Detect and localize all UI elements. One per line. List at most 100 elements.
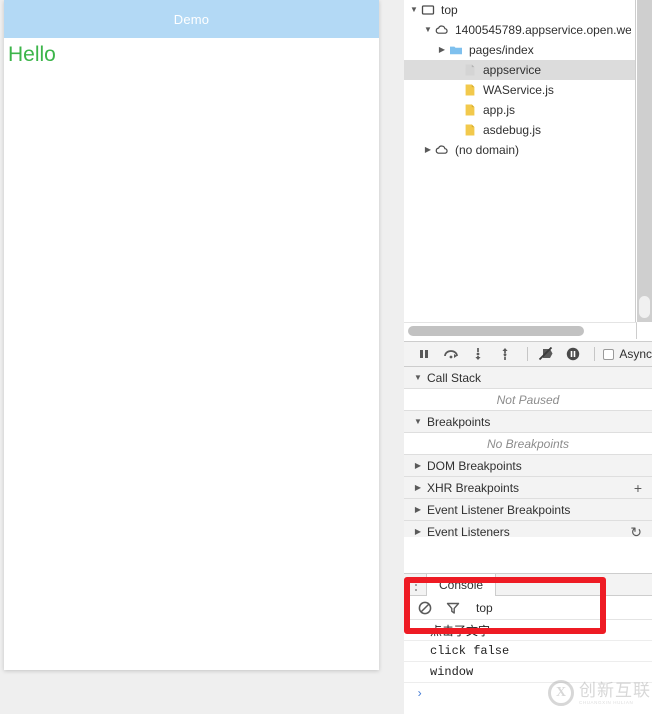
section-header-dom-breakpoints[interactable]: ▶ DOM Breakpoints [404, 455, 652, 476]
async-toggle[interactable]: Async [603, 347, 652, 361]
section-xhr-breakpoints: ▶ XHR Breakpoints + [404, 477, 652, 499]
watermark-chinese: 创新互联 [579, 680, 651, 700]
tree-item-label: (no domain) [455, 143, 520, 157]
toolbar-divider-2 [594, 347, 596, 361]
drawer-grip-icon[interactable] [410, 576, 422, 594]
tree-row[interactable]: ▶ pages/index [404, 40, 635, 60]
section-breakpoints: ▼ Breakpoints No Breakpoints [404, 411, 652, 455]
tree-item-label: app.js [483, 103, 516, 117]
chevron-right-icon[interactable]: ▶ [436, 46, 448, 54]
cloud-icon [434, 142, 450, 158]
frame-icon [420, 2, 436, 18]
chevron-right-icon[interactable]: ▶ [412, 527, 424, 536]
watermark-english: CHUANGXIN HULIAN [579, 699, 634, 705]
chevron-down-icon[interactable]: ▼ [412, 373, 424, 382]
watermark-logo-icon: X [548, 680, 574, 706]
step-into-icon [475, 348, 481, 360]
watermark: X 创新互联 CHUANGXIN HULIAN [548, 672, 652, 714]
watermark-text: 创新互联 CHUANGXIN HULIAN [579, 680, 651, 705]
section-event-listener-breakpoints: ▶ Event Listener Breakpoints [404, 499, 652, 521]
console-message: 点击了文字 [404, 620, 652, 641]
clear-console-icon[interactable] [414, 598, 436, 618]
chevron-down-icon[interactable]: ▼ [422, 26, 434, 34]
step-over-icon [443, 350, 458, 359]
pause-on-exceptions-button[interactable] [561, 343, 584, 365]
js-file-icon [462, 82, 478, 98]
pause-icon [419, 350, 428, 358]
cloud-icon [434, 22, 450, 38]
tree-item-label: appservice [483, 63, 542, 77]
tree-item-label: pages/index [469, 43, 534, 57]
cloud-icon [435, 25, 448, 34]
tree-row[interactable]: ▼ 1400545789.appservice.open.we [404, 20, 635, 40]
document-icon [462, 62, 478, 78]
tree-item-label: 1400545789.appservice.open.we [455, 23, 631, 37]
simulator-title: Demo [173, 11, 210, 27]
step-out-button[interactable] [494, 343, 517, 365]
debugger-sidebar-filler [404, 537, 652, 574]
drawer-tabbar: Console [404, 573, 652, 596]
breakpoint-slash-icon [538, 347, 553, 361]
screenshot-root: Demo Hello ▼ top ▼ 1400545789.appservice.op… [0, 0, 652, 714]
console-context-selector[interactable]: top [476, 601, 493, 615]
folder-icon [448, 42, 464, 58]
horizontal-scrollbar-thumb[interactable] [408, 326, 584, 336]
section-empty-message: No Breakpoints [404, 432, 652, 454]
async-label: Async [619, 347, 652, 361]
tree-row[interactable]: ▼ top [404, 0, 635, 20]
chevron-right-icon[interactable]: ▶ [422, 146, 434, 154]
tree-row[interactable]: WAService.js [404, 80, 635, 100]
navigator-vertical-scrollbar[interactable] [637, 0, 652, 322]
js-file-icon [465, 124, 475, 136]
vertical-scrollbar-thumb[interactable] [639, 296, 650, 318]
tab-console[interactable]: Console [426, 573, 497, 596]
chevron-right-icon[interactable]: ▶ [412, 483, 424, 492]
js-file-icon [465, 84, 475, 96]
step-over-button[interactable] [439, 343, 462, 365]
section-dom-breakpoints: ▶ DOM Breakpoints [404, 455, 652, 477]
tree-item-label: asdebug.js [483, 123, 542, 137]
simulator-body: Hello [4, 38, 379, 68]
section-title: Event Listener Breakpoints [427, 502, 571, 517]
tree-row[interactable]: app.js [404, 100, 635, 120]
section-title: XHR Breakpoints [427, 480, 520, 495]
chevron-down-icon[interactable]: ▼ [412, 417, 424, 426]
simulator-header: Demo [4, 0, 379, 38]
folder-icon [450, 46, 462, 55]
chevron-down-icon[interactable]: ▼ [408, 6, 420, 14]
chevron-right-icon[interactable]: ▶ [412, 505, 424, 514]
toolbar-divider-1 [526, 347, 528, 361]
tree-row[interactable]: appservice [404, 60, 635, 80]
section-header-event-listener-breakpoints[interactable]: ▶ Event Listener Breakpoints [404, 499, 652, 520]
console-message: click false [404, 641, 652, 662]
pause-circle-icon [566, 347, 579, 361]
add-button[interactable]: + [634, 481, 642, 495]
js-file-icon [465, 104, 475, 116]
step-into-button[interactable] [466, 343, 489, 365]
deactivate-breakpoints-button[interactable] [534, 343, 557, 365]
chevron-right-icon[interactable]: ▶ [412, 461, 424, 470]
devtools-panel: ▼ top ▼ 1400545789.appservice.open.we ▶ pages… [404, 0, 652, 714]
sources-navigator[interactable]: ▼ top ▼ 1400545789.appservice.open.we ▶ pages… [404, 0, 636, 322]
document-icon [465, 64, 475, 76]
filter-funnel-icon[interactable] [442, 598, 464, 618]
section-title: Breakpoints [427, 414, 491, 429]
console-toolbar: top [404, 596, 652, 620]
cloud-icon [435, 145, 448, 154]
async-checkbox[interactable] [603, 348, 615, 360]
pause-resume-button[interactable] [412, 343, 435, 365]
step-out-icon [502, 348, 508, 360]
simulator-hello-text[interactable]: Hello [8, 42, 379, 68]
section-header-call-stack[interactable]: ▼ Call Stack [404, 367, 652, 388]
navigator-horizontal-scrollbar[interactable] [404, 322, 637, 339]
tree-row[interactable]: asdebug.js [404, 120, 635, 140]
section-header-xhr-breakpoints[interactable]: ▶ XHR Breakpoints + [404, 477, 652, 498]
section-header-breakpoints[interactable]: ▼ Breakpoints [404, 411, 652, 432]
section-title: DOM Breakpoints [427, 458, 522, 473]
frame-icon [421, 5, 435, 15]
tree-item-label: top [441, 3, 458, 17]
tree-row[interactable]: ▶ (no domain) [404, 140, 635, 160]
debugger-toolbar: Async [404, 341, 652, 367]
section-empty-message: Not Paused [404, 388, 652, 410]
debugger-sidebar: ▼ Call Stack Not Paused ▼ Breakpoints No Brea… [404, 367, 652, 543]
